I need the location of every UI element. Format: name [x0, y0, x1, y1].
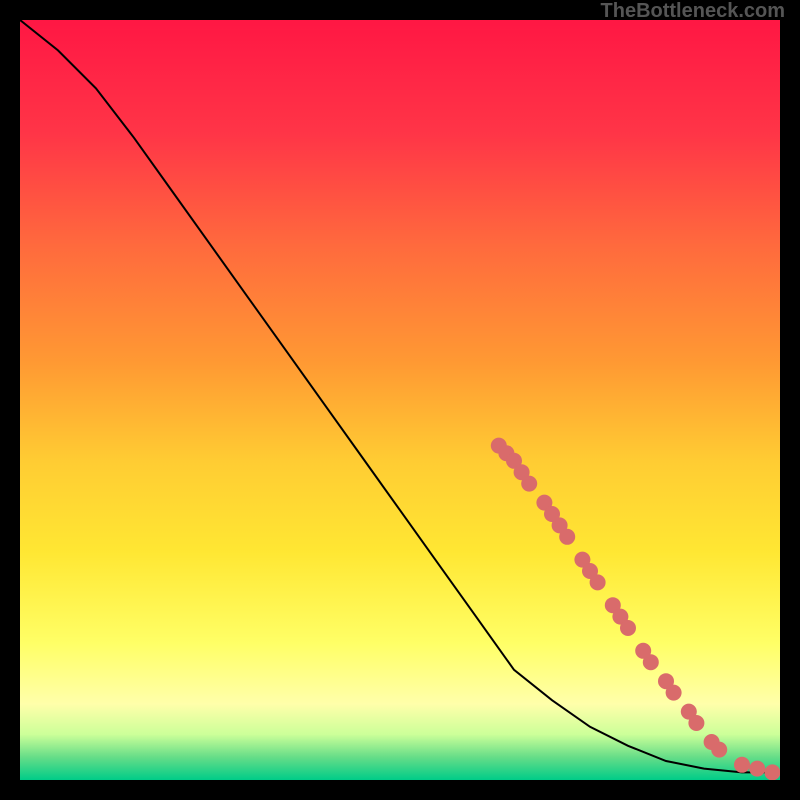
chart-svg — [20, 20, 780, 780]
data-point — [521, 476, 537, 492]
data-point — [734, 757, 750, 773]
data-point — [749, 761, 765, 777]
data-point — [666, 685, 682, 701]
data-point — [590, 574, 606, 590]
data-point — [620, 620, 636, 636]
chart-plot-area — [20, 20, 780, 780]
data-point — [711, 742, 727, 758]
watermark-text: TheBottleneck.com — [601, 0, 785, 23]
data-point — [688, 715, 704, 731]
data-point — [643, 654, 659, 670]
data-point — [559, 529, 575, 545]
gradient-background — [20, 20, 780, 780]
